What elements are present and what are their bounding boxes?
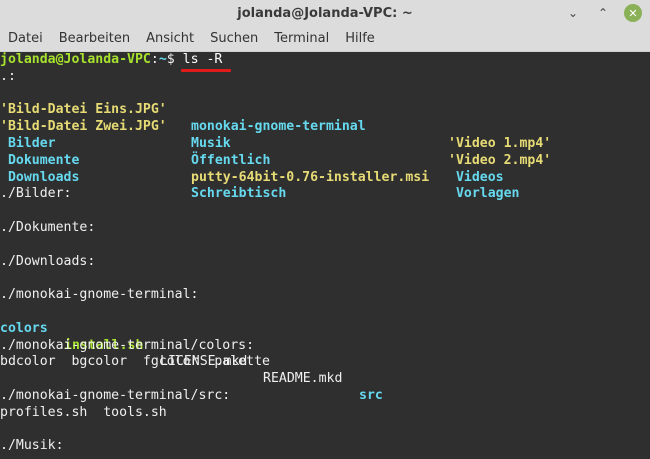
maximize-icon[interactable]: ⌃ xyxy=(594,4,612,22)
menu-bar: Datei Bearbeiten Ansicht Suchen Terminal… xyxy=(0,26,650,52)
section-header: ./Downloads: xyxy=(0,253,96,269)
menu-suchen[interactable]: Suchen xyxy=(202,26,266,51)
minimize-icon[interactable]: ⌄ xyxy=(564,4,582,22)
listing-row: Bilder Öffentlich Videos xyxy=(0,119,650,185)
prompt-user: jolanda@Jolanda-VPC xyxy=(0,52,151,67)
section-header: ./monokai-gnome-terminal/src: xyxy=(0,387,231,403)
terminal-window: jolanda@Jolanda-VPC: ~ ⌄ ⌃ ✕ Datei Bearb… xyxy=(0,0,650,459)
prompt-line: jolanda@Jolanda-VPC:~$ ls -R xyxy=(0,52,650,69)
menu-hilfe[interactable]: Hilfe xyxy=(337,26,383,51)
command-underline-annotation xyxy=(181,69,231,72)
close-icon[interactable]: ✕ xyxy=(624,4,642,22)
prompt-symbol: $ xyxy=(166,52,183,67)
section-header: ./Musik: xyxy=(0,438,64,454)
menu-bearbeiten[interactable]: Bearbeiten xyxy=(51,26,138,51)
menu-datei[interactable]: Datei xyxy=(0,26,51,51)
monokai-listing: colors install.sh LICENSE.mkd README.mkd… xyxy=(0,304,650,403)
prompt-path: ~ xyxy=(158,52,167,67)
terminal-output[interactable]: jolanda@Jolanda-VPC:~$ ls -R .: 'Bild-Da… xyxy=(0,52,650,459)
colors-listing: bdcolor bgcolor fgcolor palette xyxy=(0,354,270,370)
root-header: .: xyxy=(0,68,16,84)
listing-row: Dokumente putty-64bit-0.76-installer.msi… xyxy=(0,136,650,202)
src-listing: profiles.sh tools.sh xyxy=(0,404,167,420)
title-bar[interactable]: jolanda@Jolanda-VPC: ~ ⌄ ⌃ ✕ xyxy=(0,0,650,26)
listing-row: 'Bild-Datei Zwei.JPG' Musik 'Video 2.mp4… xyxy=(0,102,650,168)
section-header: ./monokai-gnome-terminal: xyxy=(0,287,199,303)
window-controls: ⌄ ⌃ ✕ xyxy=(564,4,642,22)
listing-row: 'Bild-Datei Eins.JPG' monokai-gnome-term… xyxy=(0,86,650,151)
section-header: ./Dokumente: xyxy=(0,219,96,235)
prompt-separator: : xyxy=(150,52,159,67)
window-title: jolanda@Jolanda-VPC: ~ xyxy=(237,5,413,21)
menu-terminal[interactable]: Terminal xyxy=(266,26,337,51)
listing-row: Downloads Schreibtisch xyxy=(0,153,650,202)
command-text: ls -R xyxy=(182,52,223,67)
section-header: ./Bilder: xyxy=(0,186,72,202)
menu-ansicht[interactable]: Ansicht xyxy=(138,26,202,51)
section-header: ./monokai-gnome-terminal/colors: xyxy=(0,337,255,353)
